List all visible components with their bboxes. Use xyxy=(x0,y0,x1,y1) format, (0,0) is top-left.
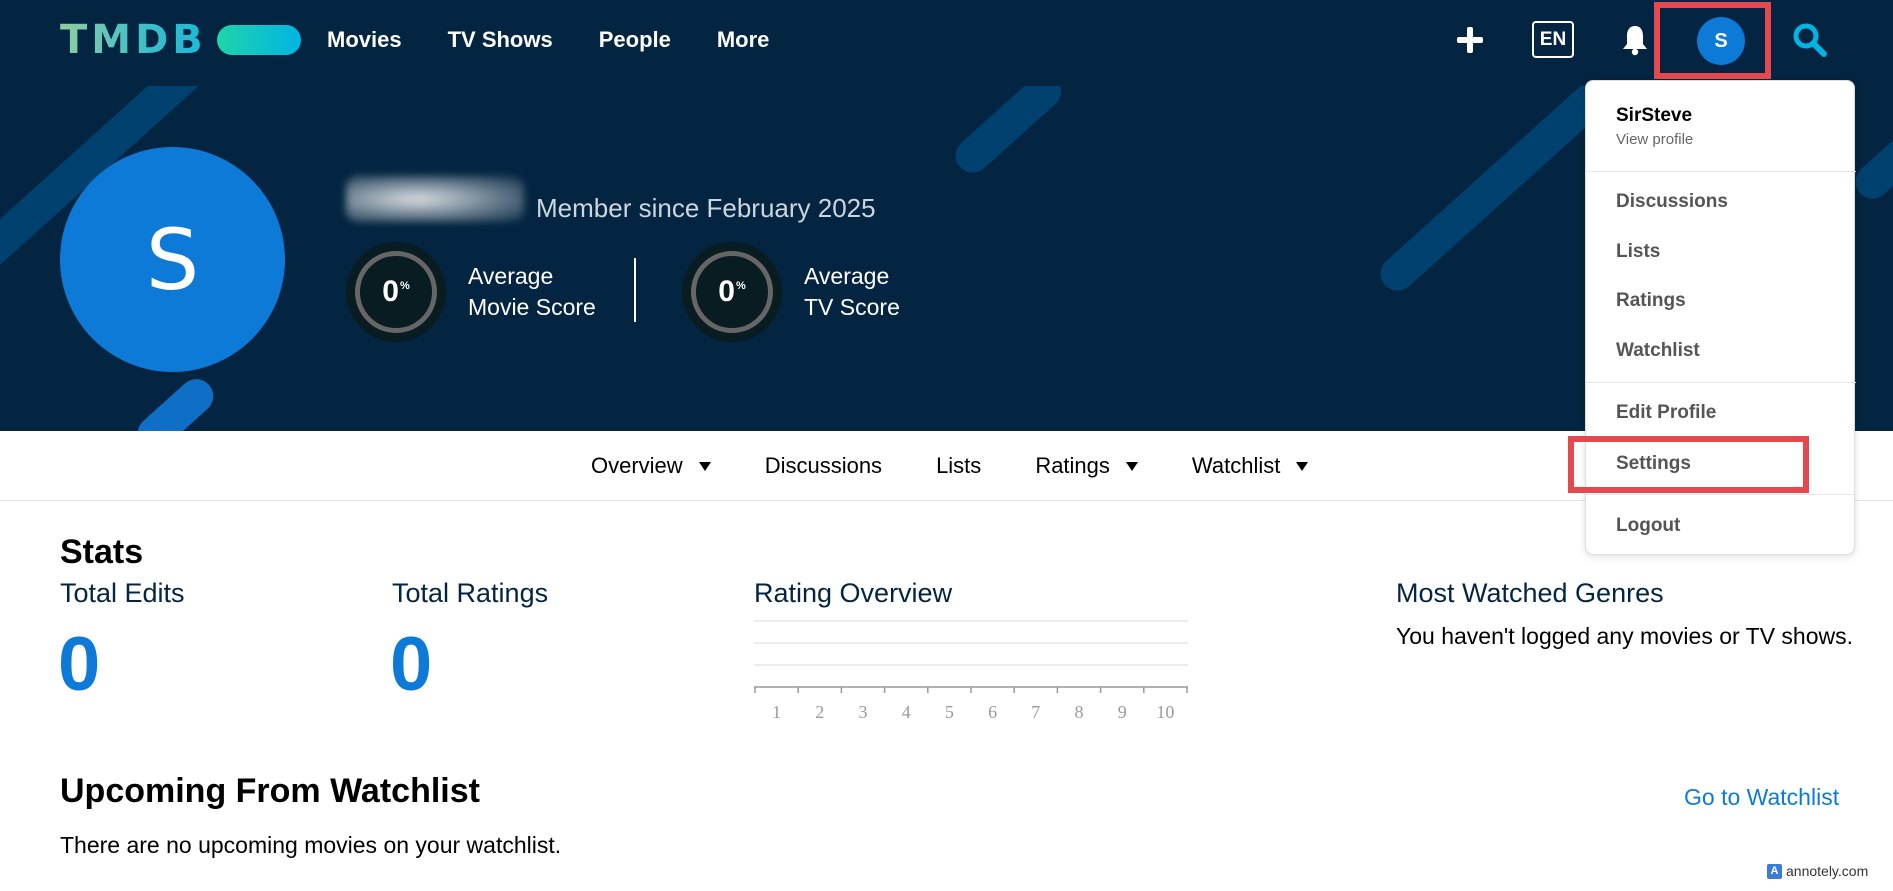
chart-tick-label: 5 xyxy=(945,702,954,722)
subnav-overview[interactable]: Overview xyxy=(591,453,711,479)
decor-stripe xyxy=(1848,100,1893,206)
nav-more[interactable]: More xyxy=(717,27,770,53)
chart-tick-label: 2 xyxy=(815,702,824,722)
movie-score-unit: % xyxy=(399,280,410,292)
score-divider xyxy=(634,258,636,322)
chart-tick-label: 1 xyxy=(772,702,781,722)
tv-score-ring: 0% xyxy=(682,242,782,342)
annotely-icon: A xyxy=(1767,863,1782,879)
profile-avatar: S xyxy=(60,147,285,372)
upcoming-empty-message: There are no upcoming movies on your wat… xyxy=(60,832,562,858)
menu-item-edit-profile[interactable]: Edit Profile xyxy=(1616,402,1716,424)
total-edits-value: 0 xyxy=(58,622,101,707)
menu-item-logout[interactable]: Logout xyxy=(1616,515,1680,537)
annotely-text: annotely.com xyxy=(1786,863,1869,879)
subnav-watchlist[interactable]: Watchlist xyxy=(1191,453,1309,479)
stats-title: Stats xyxy=(60,533,144,571)
view-profile-link[interactable]: View profile xyxy=(1616,131,1693,148)
tv-score-unit: % xyxy=(735,280,746,292)
settings-highlight-box xyxy=(1568,436,1809,493)
language-button[interactable]: EN xyxy=(1532,21,1574,58)
subnav-discussions-label: Discussions xyxy=(764,453,883,478)
subnav-discussions[interactable]: Discussions xyxy=(765,453,882,479)
menu-item-ratings[interactable]: Ratings xyxy=(1616,290,1686,312)
tv-score-group: 0% Average TV Score xyxy=(682,242,900,342)
tv-score-value: 0 xyxy=(718,275,735,308)
tmdb-logo[interactable]: TMDB xyxy=(60,14,301,66)
caret-down-icon xyxy=(1296,461,1309,471)
dropdown-username: SirSteve xyxy=(1616,105,1693,126)
decor-stripe xyxy=(130,372,221,431)
dropdown-divider xyxy=(1586,382,1856,383)
upcoming-title: Upcoming From Watchlist xyxy=(60,772,480,810)
chart-tick-label: 3 xyxy=(859,702,868,722)
subnav-watchlist-label: Watchlist xyxy=(1191,453,1281,478)
chart-tick-label: 7 xyxy=(1031,702,1040,722)
most-watched-genres-label: Most Watched Genres xyxy=(1396,578,1664,608)
add-plus-icon[interactable] xyxy=(1456,26,1484,54)
subnav-ratings-label: Ratings xyxy=(1035,453,1110,478)
top-navigation: TMDB Movies TV Shows People More EN S xyxy=(0,0,1893,86)
decor-stripe xyxy=(948,86,1068,180)
movie-score-label-1: Average xyxy=(468,263,554,289)
menu-item-watchlist[interactable]: Watchlist xyxy=(1616,340,1700,362)
menu-item-discussions[interactable]: Discussions xyxy=(1616,191,1728,213)
notification-bell-icon[interactable] xyxy=(1620,24,1650,56)
dropdown-divider xyxy=(1586,494,1856,495)
subnav-lists[interactable]: Lists xyxy=(936,453,981,479)
chart-tick-label: 6 xyxy=(988,702,997,722)
dropdown-divider xyxy=(1586,171,1856,172)
chart-tick-label: 10 xyxy=(1156,702,1174,722)
movie-score-value: 0 xyxy=(382,275,399,308)
caret-down-icon xyxy=(1125,461,1138,471)
logo-pill xyxy=(216,25,301,55)
movie-score-group: 0% Average Movie Score xyxy=(346,242,596,342)
avatar-highlight-box xyxy=(1654,2,1771,79)
tv-score-label-2: TV Score xyxy=(804,294,900,320)
dropdown-user[interactable]: SirSteve View profile xyxy=(1616,105,1693,148)
nav-tv-shows[interactable]: TV Shows xyxy=(448,27,553,53)
chart-tick-label: 8 xyxy=(1075,702,1084,722)
main-nav: Movies TV Shows People More xyxy=(327,0,815,80)
movie-score-label-2: Movie Score xyxy=(468,294,596,320)
total-ratings-value: 0 xyxy=(390,622,433,707)
total-ratings-label: Total Ratings xyxy=(392,578,549,608)
logo-text: TMDB xyxy=(60,17,207,63)
movie-score-ring: 0% xyxy=(346,242,446,342)
total-edits-label: Total Edits xyxy=(60,578,185,608)
rating-overview-chart: 1 2 3 4 5 6 7 8 9 10 xyxy=(754,620,1188,722)
subnav-lists-label: Lists xyxy=(936,453,982,478)
subnav-overview-label: Overview xyxy=(591,453,683,478)
genres-empty-message: You haven't logged any movies or TV show… xyxy=(1396,623,1854,649)
member-since: Member since February 2025 xyxy=(536,193,876,223)
go-to-watchlist-link[interactable]: Go to Watchlist xyxy=(1684,784,1839,811)
caret-down-icon xyxy=(698,461,711,471)
search-icon[interactable] xyxy=(1792,22,1828,58)
annotely-watermark: A annotely.com xyxy=(1763,858,1893,884)
blurred-username xyxy=(346,176,524,222)
chart-tick-label: 9 xyxy=(1118,702,1127,722)
tv-score-label-1: Average xyxy=(804,263,890,289)
chart-tick-label: 4 xyxy=(902,702,911,722)
nav-people[interactable]: People xyxy=(599,27,671,53)
menu-item-lists[interactable]: Lists xyxy=(1616,241,1660,263)
rating-overview-label: Rating Overview xyxy=(754,578,953,608)
subnav-ratings[interactable]: Ratings xyxy=(1035,453,1138,479)
nav-movies[interactable]: Movies xyxy=(327,27,402,53)
